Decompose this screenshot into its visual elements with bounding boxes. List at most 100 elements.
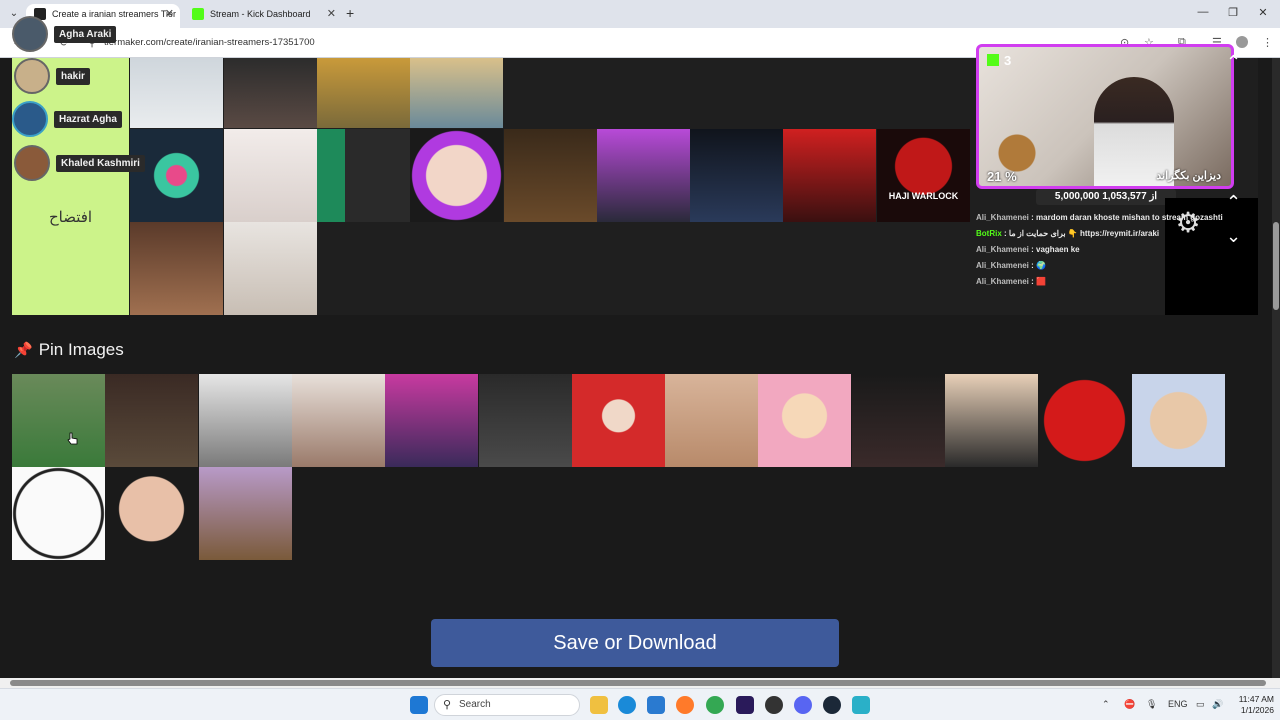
avatar [14, 58, 50, 94]
streamer-name: Khaled Kashmiri [56, 154, 145, 172]
tier-item[interactable] [224, 222, 317, 315]
microphone-icon[interactable]: 🎙 [1146, 699, 1157, 710]
tier-item[interactable] [130, 222, 223, 315]
windows-taskbar: ⚲ Search ⌃ ⛔ 🎙 ENG ▭ 🔊 11:47 AM 1/1/2026 [0, 688, 1280, 720]
avatar [12, 16, 48, 52]
streamer-badge: hakir [14, 58, 90, 94]
tier-item[interactable] [317, 58, 410, 128]
tray-chevron-up-icon[interactable]: ⌃ [1102, 699, 1110, 710]
chat-message: Ali_Khamenei : mardom daran khoste misha… [976, 213, 1223, 222]
restore-icon[interactable]: ❐ [1218, 6, 1248, 19]
tier-item[interactable] [410, 58, 503, 128]
tier-item[interactable] [317, 129, 410, 222]
pin-icon: 📌 [14, 342, 33, 359]
pin-image[interactable] [199, 467, 292, 560]
tab-kick-dashboard[interactable]: Stream - Kick Dashboard ✕ [184, 4, 342, 28]
tier-item[interactable] [224, 58, 317, 128]
chat-message: BotRix : برای حمایت از ما 👇 https://reym… [976, 229, 1160, 238]
stream-title: دیزاین بکگراند [1156, 170, 1221, 182]
pin-image[interactable] [105, 467, 198, 560]
chat-message: Ali_Khamenei : vaghaen ke [976, 245, 1080, 254]
url-field[interactable]: tiermaker.com/create/iranian-streamers-1… [104, 37, 315, 48]
firefox-icon[interactable] [676, 696, 694, 714]
discord-icon[interactable] [794, 696, 812, 714]
taskbar-search[interactable]: ⚲ Search [434, 694, 580, 716]
profile-avatar[interactable] [1236, 36, 1248, 48]
tier-item[interactable] [410, 129, 503, 222]
tier-item[interactable] [783, 129, 876, 222]
pin-image[interactable] [12, 467, 105, 560]
pin-image[interactable] [852, 374, 945, 467]
file-explorer-icon[interactable] [590, 696, 608, 714]
chevron-up-icon: ⌃ [1226, 192, 1242, 212]
avatar [14, 145, 50, 181]
notepad-icon[interactable] [852, 696, 870, 714]
clock-time: 11:47 AM [1238, 694, 1274, 704]
streamer-badge: Khaled Kashmiri [14, 145, 145, 181]
pin-image[interactable] [945, 374, 1038, 467]
tab-label: Stream - Kick Dashboard [210, 9, 311, 19]
tier-item[interactable] [130, 58, 223, 128]
chevron-down-icon: ⌄ [1226, 226, 1242, 246]
kick-logo-icon [987, 54, 999, 66]
steam-icon[interactable] [823, 696, 841, 714]
progress-percent: 21 % [987, 169, 1017, 184]
streamer-name: hakir [56, 67, 90, 85]
haji-warlock-text: HAJI WARLOCK [888, 191, 959, 201]
minimize-icon[interactable]: — [1188, 6, 1218, 18]
store-icon[interactable] [647, 696, 665, 714]
chat-message: Ali_Khamenei : 🌍 [976, 261, 1046, 270]
close-tab-icon[interactable]: ✕ [165, 4, 174, 24]
new-tab-icon[interactable]: + [346, 5, 354, 21]
pin-image[interactable] [385, 374, 478, 467]
streamer-badge: Hazrat Agha [12, 101, 122, 137]
language-indicator[interactable]: ENG [1168, 699, 1188, 709]
pin-image[interactable] [12, 374, 105, 467]
stream-chat: Ali_Khamenei : mardom daran khoste misha… [976, 210, 1226, 290]
close-window-icon[interactable]: ✕ [1248, 6, 1278, 19]
scroll-thumb[interactable] [10, 680, 1266, 686]
taskbar-clock[interactable]: 11:47 AM 1/1/2026 [1226, 694, 1274, 716]
save-or-download-button[interactable]: Save or Download [431, 619, 839, 667]
edge-icon[interactable] [618, 696, 636, 714]
pin-image[interactable] [292, 374, 385, 467]
tier-item[interactable] [504, 129, 597, 222]
pin-image[interactable] [758, 374, 851, 467]
pin-image[interactable] [572, 374, 665, 467]
antivirus-tray-icon[interactable]: ⛔ [1124, 699, 1135, 710]
close-tab-icon[interactable]: ✕ [327, 4, 336, 24]
obs-icon[interactable] [765, 696, 783, 714]
avatar [12, 101, 48, 137]
pin-image[interactable] [479, 374, 572, 467]
webcam-overlay: 3 21 % دیزاین بکگراند [976, 44, 1234, 189]
clock-date: 1/1/2026 [1240, 705, 1274, 715]
pin-image[interactable] [105, 374, 198, 467]
tier-item[interactable] [690, 129, 783, 222]
scroll-thumb[interactable] [1273, 222, 1279, 310]
streamer-badge: Agha Araki [12, 16, 117, 52]
chrome-icon[interactable] [706, 696, 724, 714]
menu-kebab-icon[interactable]: ⋮ [1262, 36, 1273, 49]
volume-icon[interactable]: 🔊 [1212, 699, 1223, 710]
streamer-name: Agha Araki [54, 25, 117, 43]
pin-image[interactable] [665, 374, 758, 467]
pin-images-title: Pin Images [38, 340, 124, 359]
pin-image[interactable] [199, 374, 292, 467]
network-icon[interactable]: ▭ [1196, 699, 1205, 710]
vertical-scrollbar[interactable] [1272, 58, 1280, 678]
tier-item[interactable] [224, 129, 317, 222]
tier-item-haji-warlock[interactable]: HAJI WARLOCK [877, 129, 970, 222]
kick-favicon-icon [192, 8, 204, 20]
pin-image[interactable] [1038, 374, 1131, 467]
viewer-count: 3 [987, 53, 1011, 68]
horizontal-scrollbar[interactable] [0, 678, 1280, 688]
search-icon: ⚲ [443, 699, 452, 711]
premiere-icon[interactable] [736, 696, 754, 714]
chat-message: Ali_Khamenei : 🟥 [976, 277, 1046, 286]
start-windows-icon[interactable] [410, 696, 428, 714]
guitar [997, 97, 1037, 177]
tier-row-label[interactable]: افتضاح [12, 58, 129, 315]
tier-item[interactable] [597, 129, 690, 222]
pin-images-header: 📌 Pin Images [14, 340, 124, 362]
pin-image[interactable] [1132, 374, 1225, 467]
